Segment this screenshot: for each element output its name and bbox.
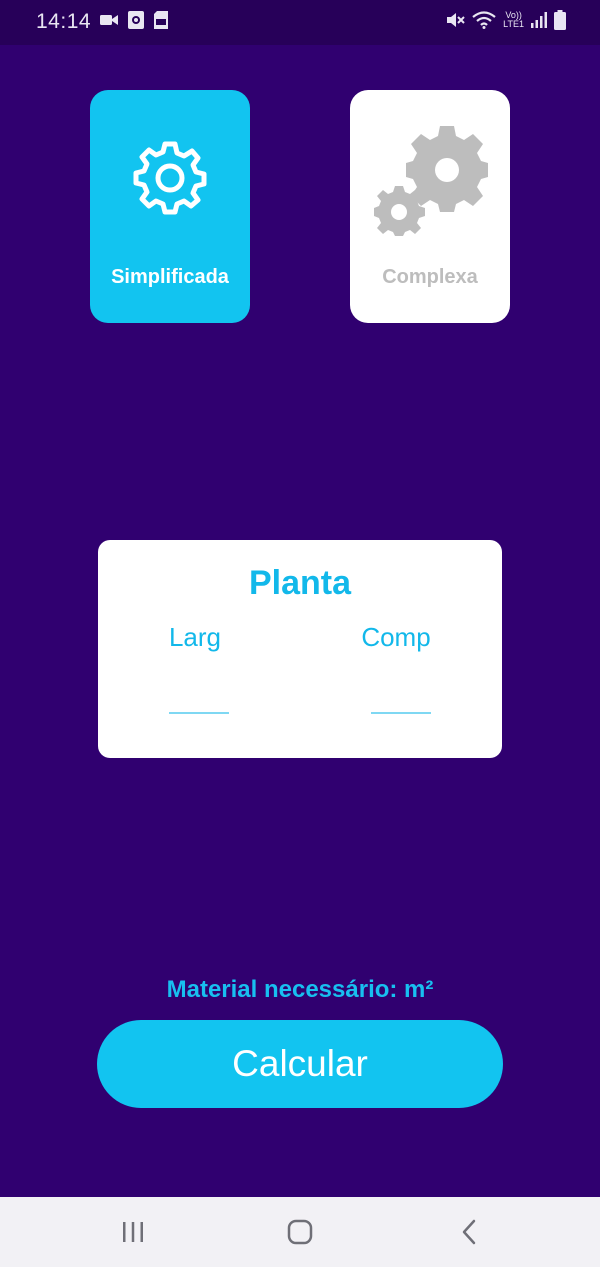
length-input[interactable] bbox=[371, 690, 431, 714]
mode-simplificada-card[interactable]: Simplificada bbox=[90, 90, 250, 323]
wifi-icon bbox=[472, 11, 496, 29]
width-label: Larg bbox=[168, 622, 222, 652]
calculate-button[interactable]: Calcular bbox=[97, 1020, 503, 1108]
width-input[interactable] bbox=[169, 690, 229, 714]
result-text: Material necessário: m² bbox=[166, 976, 434, 1003]
screen-record-icon bbox=[128, 11, 144, 29]
battery-icon bbox=[554, 10, 566, 30]
mode-complexa-label: Complexa bbox=[382, 266, 478, 288]
home-icon[interactable] bbox=[280, 1217, 320, 1247]
navigation-bar bbox=[0, 1197, 600, 1267]
network-label-bottom: LTE1 bbox=[503, 19, 524, 29]
mode-complexa-card[interactable]: Complexa bbox=[350, 90, 510, 323]
status-left-icons bbox=[100, 11, 168, 29]
length-label: Comp bbox=[361, 622, 431, 652]
back-icon[interactable] bbox=[449, 1217, 489, 1247]
planta-card: Planta Larg Comp bbox=[98, 540, 502, 758]
signal-icon bbox=[531, 12, 547, 28]
mode-simplificada-label: Simplificada bbox=[111, 266, 229, 288]
video-camera-icon bbox=[100, 13, 118, 27]
status-right-icons: Vo)) LTE1 bbox=[445, 10, 566, 30]
recent-apps-icon[interactable] bbox=[113, 1217, 153, 1247]
volte-lte-icon: Vo)) LTE1 bbox=[503, 11, 524, 29]
planta-title: Planta bbox=[248, 564, 352, 602]
sd-card-icon bbox=[154, 11, 168, 29]
status-bar: 14:14 Vo)) LTE1 bbox=[0, 0, 600, 45]
mute-icon bbox=[445, 11, 465, 29]
status-time: 14:14 bbox=[36, 10, 92, 33]
